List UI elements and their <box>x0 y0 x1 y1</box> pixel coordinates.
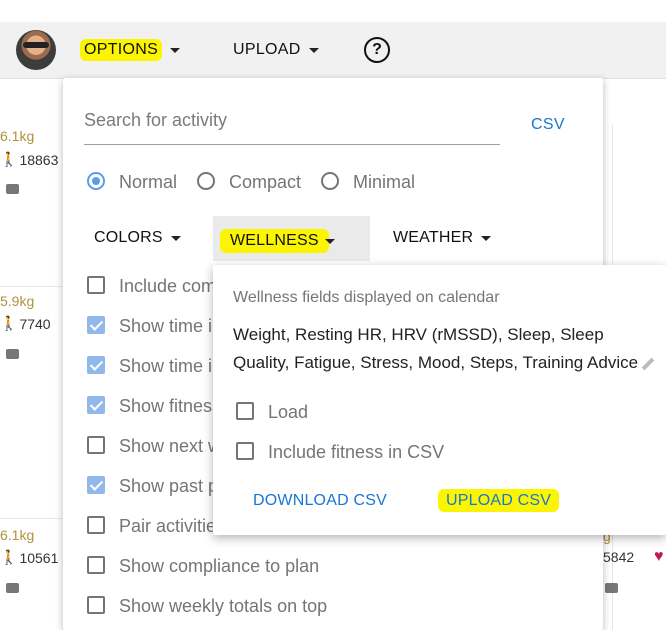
checkbox-include-fitness-csv[interactable] <box>236 442 254 460</box>
top-strip <box>0 0 666 22</box>
checkbox-show-next[interactable] <box>87 436 105 454</box>
csv-button[interactable]: CSV <box>531 116 565 134</box>
weight-value: 5.9kg <box>0 293 35 309</box>
upload-csv-button[interactable]: UPLOAD CSV <box>438 489 560 512</box>
steps-value: 7740 <box>19 315 51 332</box>
colors-submenu-button[interactable]: COLORS <box>94 229 181 247</box>
comment-icon[interactable] <box>6 349 19 359</box>
options-label: OPTIONS <box>80 39 163 61</box>
wellness-fields-text: Weight, Resting HR, HRV (rMSSD), Sleep, … <box>233 325 639 372</box>
checkbox-label: Show next w <box>119 436 222 456</box>
checkbox-show-time-1[interactable] <box>87 316 105 334</box>
steps-value: 10561 <box>19 549 59 566</box>
steps-row: 🚶 10561 <box>0 549 58 566</box>
radio-compact[interactable] <box>197 172 215 190</box>
search-input[interactable]: Search for activity <box>84 110 500 145</box>
caret-down-icon <box>481 235 492 241</box>
checkbox-label: Show weekly totals on top <box>119 596 328 616</box>
checkbox-label: Show fitness <box>119 396 222 416</box>
caret-down-icon <box>170 235 181 241</box>
walking-icon: 🚶 <box>0 151 18 167</box>
checkbox-show-weekly-totals[interactable] <box>87 596 105 614</box>
checkbox-label: Show compliance to plan <box>119 556 320 576</box>
checkbox-pair-activities[interactable] <box>87 516 105 534</box>
steps-value: 18863 <box>19 151 59 168</box>
wellness-fields-list[interactable]: Weight, Resting HR, HRV (rMSSD), Sleep, … <box>233 321 661 377</box>
radio-compact-label: Compact <box>229 172 302 192</box>
wellness-popup-title: Wellness fields displayed on calendar <box>233 289 500 306</box>
checkbox-label: Include com <box>119 276 217 296</box>
options-menu-button[interactable]: OPTIONS <box>80 38 181 62</box>
checkbox-show-time-2[interactable] <box>87 356 105 374</box>
pencil-icon[interactable] <box>641 357 655 370</box>
checkbox-label: Show time in <box>119 316 223 336</box>
upload-menu-button[interactable]: UPLOAD <box>233 38 319 62</box>
avatar[interactable] <box>16 30 56 70</box>
checkbox-label: Show past p <box>119 476 219 496</box>
radio-normal-label: Normal <box>119 172 178 192</box>
checkbox-include-com[interactable] <box>87 276 105 294</box>
checkbox-label: Show time in <box>119 356 223 376</box>
radio-normal[interactable] <box>87 172 105 190</box>
checkbox-show-fitness[interactable] <box>87 396 105 414</box>
walking-icon: 🚶 <box>0 315 18 331</box>
colors-label: COLORS <box>94 229 163 246</box>
steps-row: 🚶 18863 <box>0 151 58 168</box>
caret-down-icon <box>170 47 181 53</box>
checkbox-label: Include fitness in CSV <box>268 442 445 462</box>
caret-down-icon <box>324 238 335 244</box>
weather-submenu-button[interactable]: WEATHER <box>393 229 492 247</box>
caret-down-icon <box>308 47 319 53</box>
heart-icon: ♥ <box>654 548 664 565</box>
calendar-divider <box>0 286 62 287</box>
checkbox-show-compliance[interactable] <box>87 556 105 574</box>
steps-value-fragment: 5842 <box>603 549 635 565</box>
weight-value: 6.1kg <box>0 527 35 543</box>
help-icon[interactable]: ? <box>364 37 390 63</box>
comment-icon[interactable] <box>605 583 618 593</box>
checkbox-label: Pair activitie <box>119 516 217 536</box>
checkbox-load[interactable] <box>236 402 254 420</box>
checkbox-show-past[interactable] <box>87 476 105 494</box>
weather-label: WEATHER <box>393 229 474 246</box>
download-csv-button[interactable]: DOWNLOAD CSV <box>253 492 387 510</box>
steps-row: 🚶 7740 <box>0 315 51 332</box>
wellness-label: WELLNESS <box>220 229 329 253</box>
upload-label: UPLOAD <box>233 41 301 58</box>
upload-csv-label: UPLOAD CSV <box>438 489 560 512</box>
comment-icon[interactable] <box>6 184 19 194</box>
comment-icon[interactable] <box>6 583 19 593</box>
calendar-divider <box>0 518 62 519</box>
checkbox-label: Load <box>268 402 309 422</box>
radio-minimal[interactable] <box>321 172 339 190</box>
wellness-submenu-button[interactable]: WELLNESS <box>220 229 335 253</box>
radio-minimal-label: Minimal <box>353 172 416 192</box>
weight-value: 6.1kg <box>0 128 35 144</box>
walking-icon: 🚶 <box>0 549 18 565</box>
